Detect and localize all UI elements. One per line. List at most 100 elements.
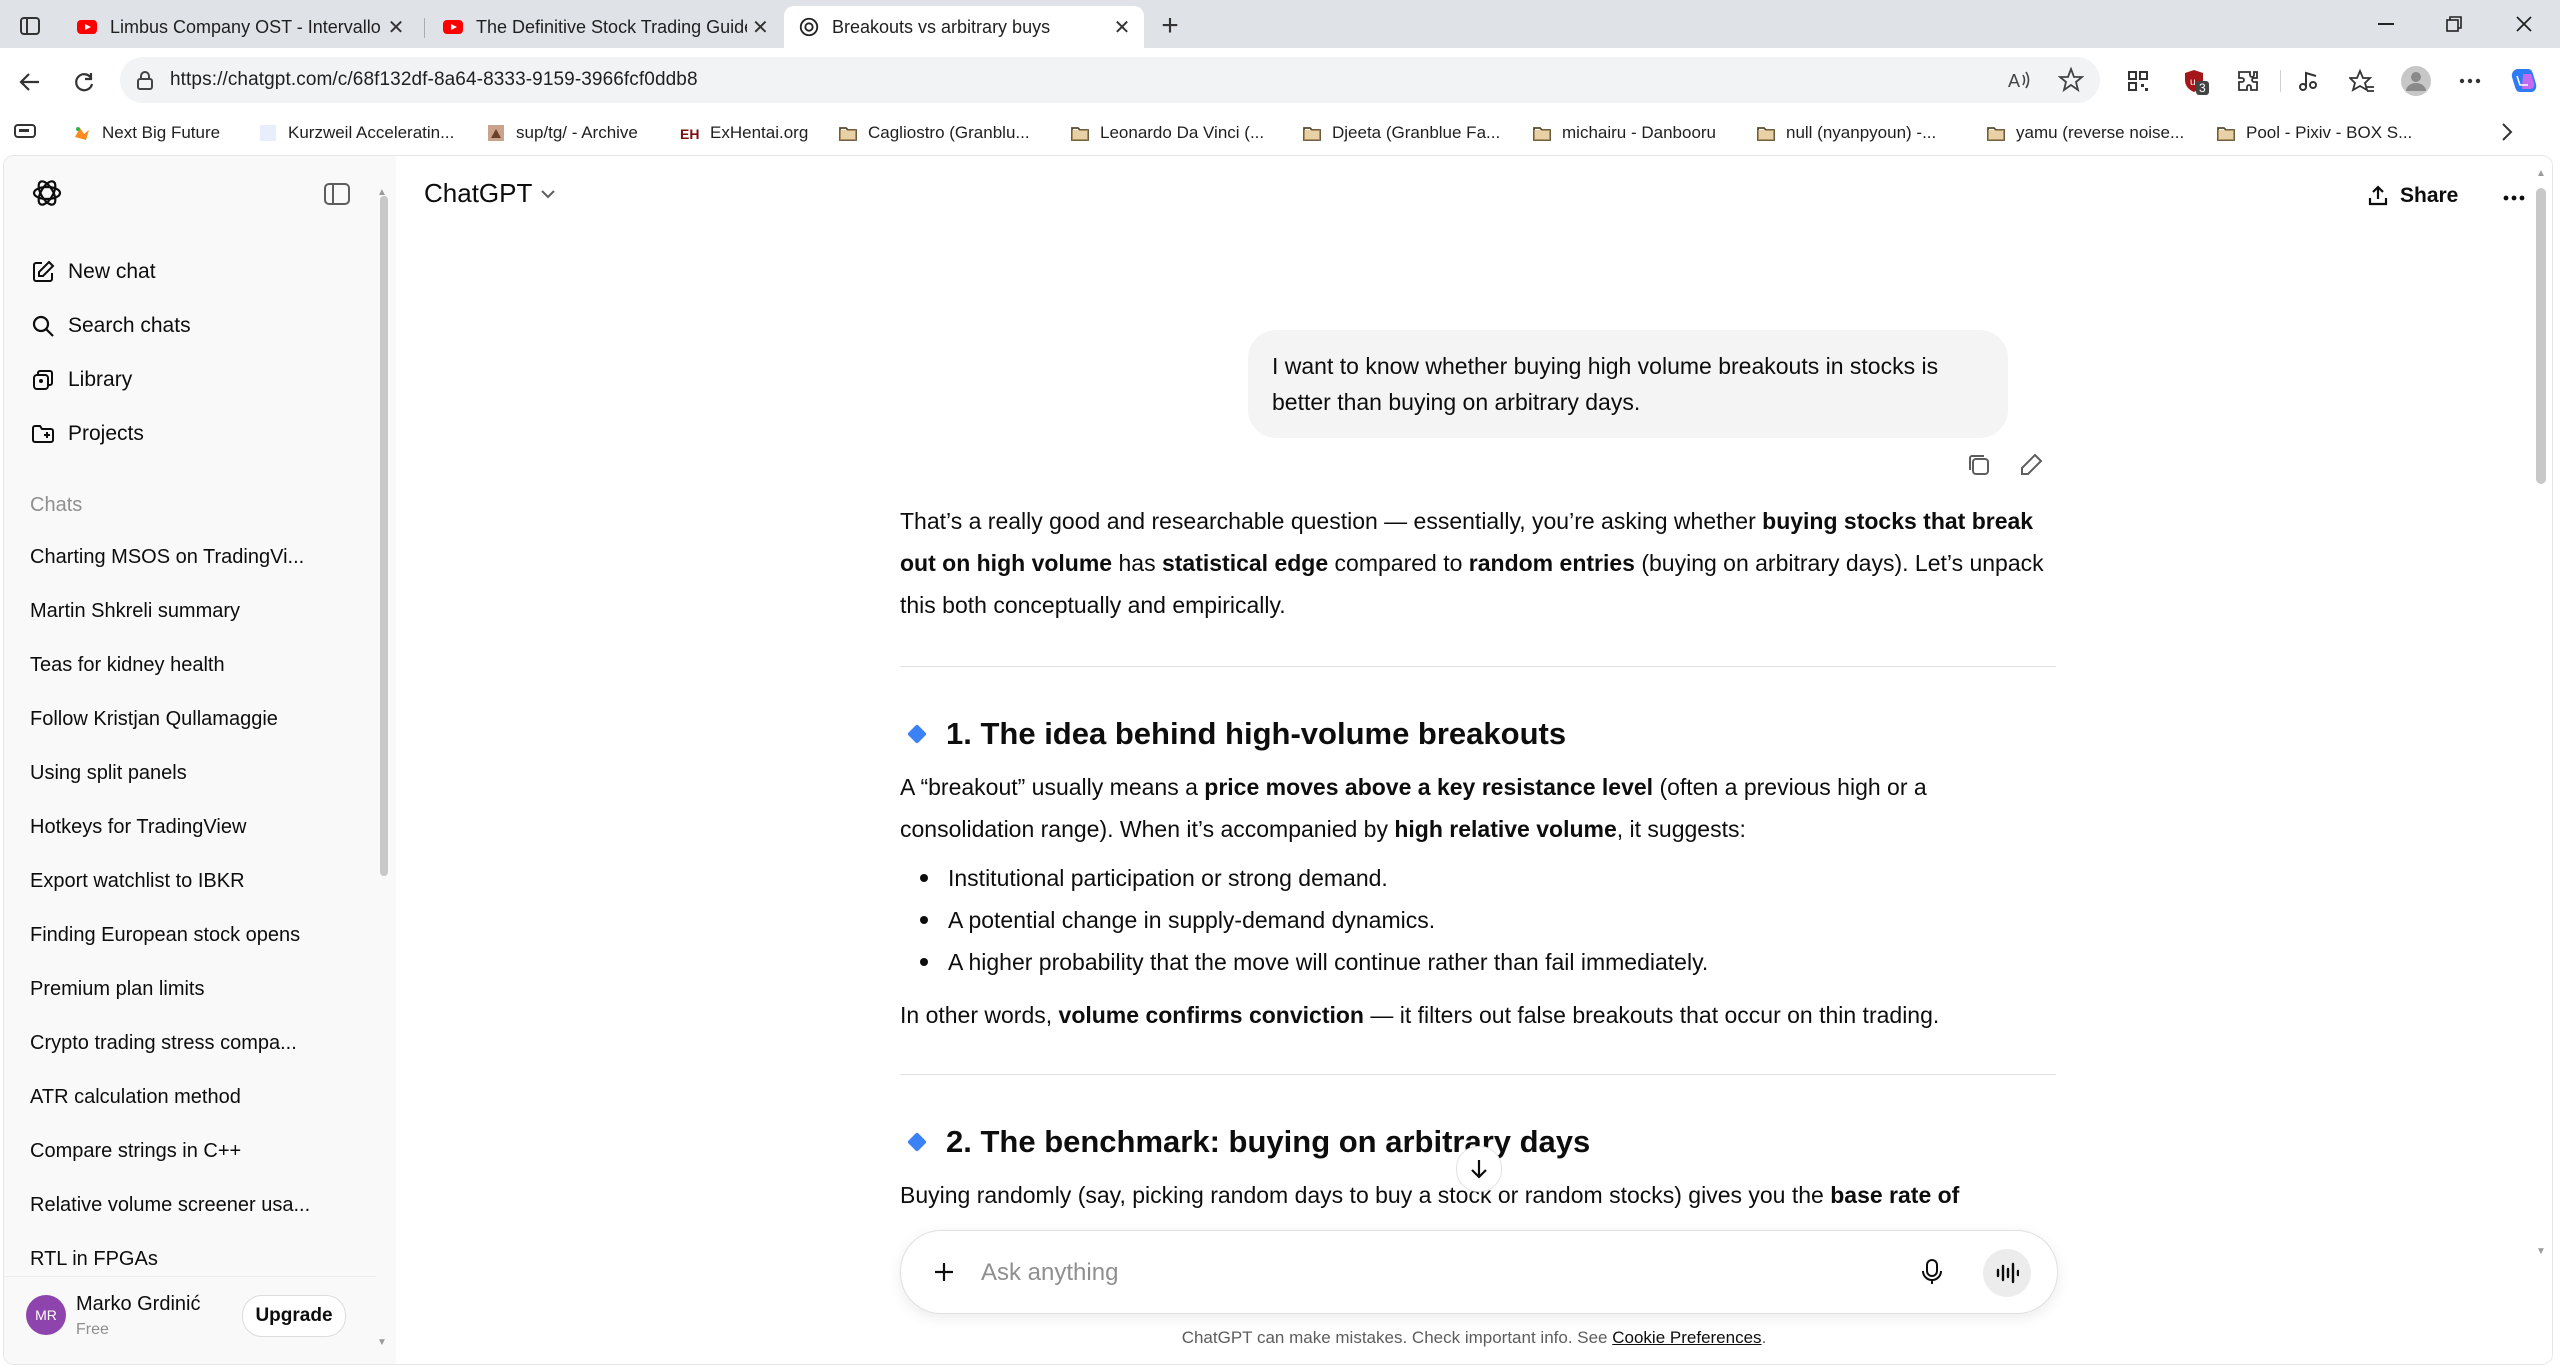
add-attachment-icon[interactable] — [925, 1253, 963, 1291]
qr-code-icon[interactable] — [2120, 63, 2156, 99]
search-chats-label: Search chats — [68, 314, 191, 337]
library-button[interactable]: Library — [30, 360, 132, 400]
youtube-icon — [443, 20, 463, 34]
share-label: Share — [2400, 184, 2459, 207]
favorite-star-icon[interactable] — [2058, 67, 2084, 93]
bookmark-djeeta[interactable]: Djeeta (Granblue Fa... — [1302, 120, 1500, 146]
tab-limbus[interactable]: Limbus Company OST - Intervallo ✕ — [62, 6, 418, 48]
chat-history-item[interactable]: Hotkeys for TradingView — [30, 816, 330, 839]
openai-logo-icon[interactable] — [30, 176, 64, 210]
profile-avatar-icon[interactable] — [2398, 63, 2434, 99]
chat-history-item[interactable]: RTL in FPGAs — [30, 1248, 330, 1271]
close-window-icon[interactable] — [2490, 0, 2558, 48]
bookmark-cagliostro[interactable]: Cagliostro (Granblu... — [838, 120, 1030, 146]
bookmark-kurzweil[interactable]: Kurzweil Acceleratin... — [258, 120, 454, 146]
chevron-right-icon[interactable] — [2500, 122, 2514, 142]
bookmark-icon — [260, 125, 276, 141]
browser-tab-strip: Limbus Company OST - Intervallo ✕ The De… — [0, 0, 2560, 48]
diamond-bullet-icon — [907, 1132, 927, 1152]
main-scroll-up-icon[interactable]: ▲ — [2536, 168, 2546, 179]
site-info-icon[interactable] — [134, 69, 156, 91]
folder-icon — [1071, 127, 1089, 141]
tab-stock-guide[interactable]: The Definitive Stock Trading Guide ✕ — [428, 6, 782, 48]
toggle-sidebar-icon[interactable] — [324, 182, 350, 206]
tab-title: The Definitive Stock Trading Guide — [476, 16, 747, 37]
chat-history-item[interactable]: Martin Shkreli summary — [30, 600, 330, 623]
chats-section-heading: Chats — [30, 494, 83, 516]
model-selector[interactable]: ChatGPT — [424, 178, 556, 209]
bookmark-icon — [488, 125, 504, 141]
tab-breakouts[interactable]: Breakouts vs arbitrary buys ✕ — [784, 6, 1144, 48]
account-menu[interactable]: MR Marko Grdinić Free Upgrade — [4, 1276, 376, 1364]
chat-history-item[interactable]: Relative volume screener usa... — [30, 1194, 330, 1217]
sidebar-scroll-down-icon[interactable]: ▼ — [377, 1338, 387, 1348]
prompt-input[interactable] — [979, 1251, 1883, 1295]
text-run: In other words, — [900, 1002, 1059, 1028]
chat-history-item[interactable]: Teas for kidney health — [30, 654, 330, 677]
reading-list-icon[interactable] — [14, 122, 36, 140]
close-tab-icon[interactable]: ✕ — [1108, 13, 1136, 41]
chat-sidebar: New chat Search chats Library Projects C… — [4, 156, 396, 1364]
extension-badge: 3 — [2196, 81, 2209, 95]
back-icon[interactable] — [10, 62, 50, 102]
main-scrollbar[interactable] — [2536, 188, 2546, 484]
favorites-icon[interactable] — [2344, 63, 2380, 99]
url-text[interactable]: https://chatgpt.com/c/68f132df-8a64-8333… — [170, 69, 698, 91]
new-tab-button[interactable]: + — [1152, 8, 1188, 44]
section1-summary-paragraph: In other words, volume confirms convicti… — [900, 994, 2056, 1036]
chat-history-item[interactable]: Premium plan limits — [30, 978, 330, 1001]
chat-history-item[interactable]: Charting MSOS on TradingVi... — [30, 546, 330, 569]
chat-history-item[interactable]: Using split panels — [30, 762, 330, 785]
projects-button[interactable]: Projects — [30, 414, 144, 454]
upgrade-button[interactable]: Upgrade — [242, 1295, 346, 1337]
chat-history-item[interactable]: ATR calculation method — [30, 1086, 330, 1109]
close-tab-icon[interactable]: ✕ — [382, 13, 410, 41]
chat-history-item[interactable]: Crypto trading stress compa... — [30, 1032, 330, 1055]
main-scroll-down-icon[interactable]: ▼ — [2536, 1246, 2546, 1257]
chat-history-item[interactable]: Finding European stock opens — [30, 924, 330, 947]
address-bar[interactable]: https://chatgpt.com/c/68f132df-8a64-8333… — [120, 57, 2100, 103]
copilot-icon[interactable] — [2506, 63, 2542, 99]
bookmark-yamu[interactable]: yamu (reverse noise... — [1986, 120, 2184, 146]
cookie-preferences-link[interactable]: Cookie Preferences — [1612, 1328, 1761, 1347]
bookmark-next-big-future[interactable]: Next Big Future — [72, 120, 220, 146]
bookmark-leonardo[interactable]: Leonardo Da Vinci (... — [1070, 120, 1264, 146]
chat-history-item[interactable]: Follow Kristjan Qullamaggie — [30, 708, 330, 731]
copy-icon[interactable] — [1964, 450, 1994, 480]
media-control-icon[interactable] — [2290, 63, 2326, 99]
share-icon — [2368, 185, 2388, 206]
close-tab-icon[interactable]: ✕ — [747, 13, 774, 41]
restore-icon[interactable] — [2420, 0, 2488, 48]
text-run: That’s a really good and researchable qu… — [900, 508, 1763, 534]
sidebar-scrollbar[interactable] — [380, 196, 388, 876]
read-aloud-icon[interactable]: A — [2006, 67, 2032, 93]
extensions-icon[interactable] — [2230, 63, 2266, 99]
search-chats-button[interactable]: Search chats — [30, 306, 191, 346]
edit-icon[interactable] — [2016, 450, 2046, 480]
refresh-icon[interactable] — [64, 62, 104, 102]
ublock-icon[interactable]: u 3 — [2176, 63, 2212, 99]
voice-mode-button[interactable] — [1983, 1249, 2031, 1297]
bookmark-exhentai[interactable]: EH ExHentai.org — [680, 120, 808, 146]
folder-icon — [1533, 127, 1551, 141]
scroll-to-bottom-button[interactable] — [1456, 1146, 1502, 1192]
bookmark-label: michairu - Danbooru — [1562, 123, 1717, 142]
chat-history-item[interactable]: Export watchlist to IBKR — [30, 870, 330, 893]
settings-more-icon[interactable] — [2452, 63, 2488, 99]
minimize-icon[interactable] — [2352, 0, 2420, 48]
tab-divider — [424, 18, 425, 38]
chat-history-item[interactable]: Compare strings in C++ — [30, 1140, 330, 1163]
new-chat-button[interactable]: New chat — [30, 252, 156, 292]
bookmark-pool[interactable]: Pool - Pixiv - BOX S... — [2216, 120, 2412, 146]
bookmark-michairu[interactable]: michairu - Danbooru — [1532, 120, 1716, 146]
microphone-icon[interactable] — [1913, 1253, 1951, 1291]
bookmark-archive[interactable]: sup/tg/ - Archive — [486, 120, 638, 146]
bookmark-null[interactable]: null (nyanpyoun) -... — [1756, 120, 1936, 146]
tab-actions-icon[interactable] — [14, 12, 46, 40]
share-button[interactable]: Share — [2366, 176, 2458, 216]
svg-text:EH: EH — [680, 126, 699, 142]
list-item: A higher probability that the move will … — [948, 949, 1709, 975]
conversation-options-icon[interactable] — [2496, 180, 2532, 216]
avatar[interactable]: MR — [26, 1295, 66, 1335]
bookmark-icon: EH — [680, 126, 699, 142]
